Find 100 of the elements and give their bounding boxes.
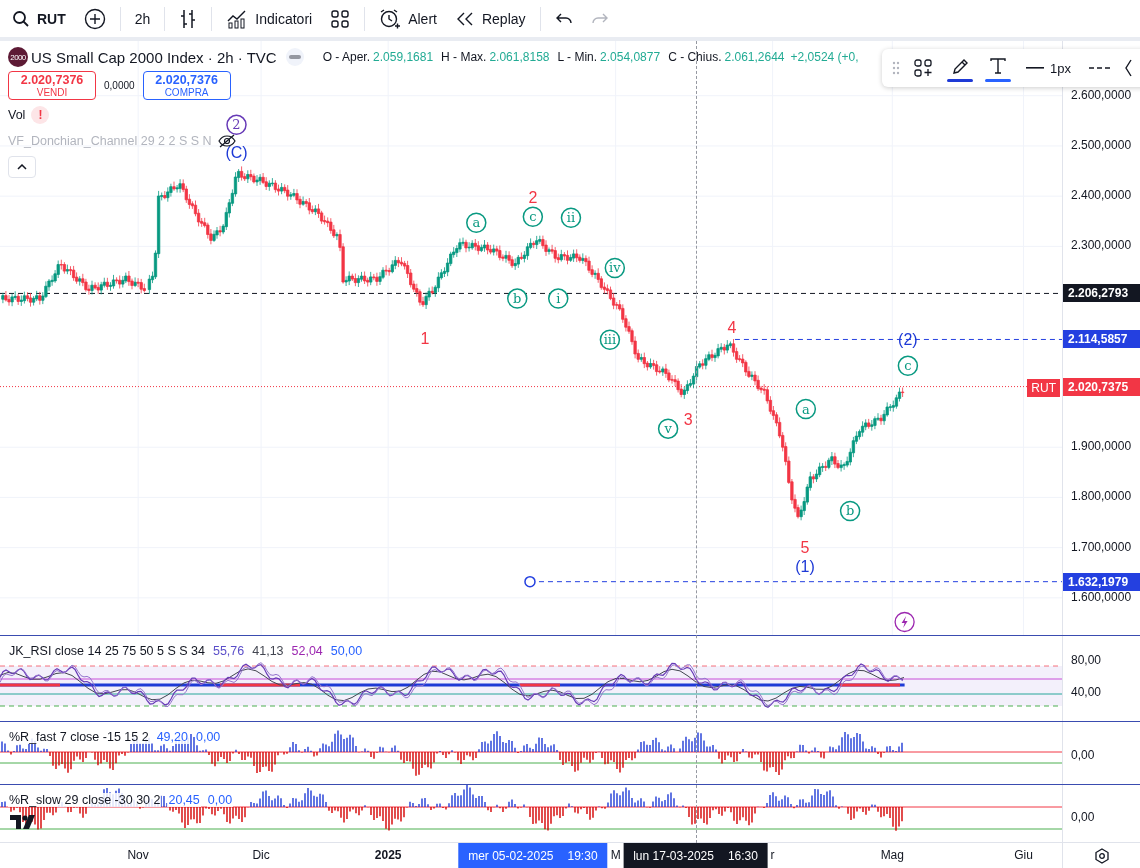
wave-label: (1) [795, 557, 815, 575]
symbol-title[interactable]: US Small Cap 2000 Index · 2h · TVC [31, 48, 277, 66]
wave-label: 5 [800, 538, 810, 556]
wave-label: c [522, 206, 544, 227]
indicators-button[interactable]: Indicatori [218, 2, 321, 35]
axis-label: M [610, 848, 621, 862]
wave-label: b [839, 500, 861, 522]
indicator-value: 20,45 [167, 793, 201, 807]
wave-label: a [795, 398, 817, 420]
price-label: 2.020,7375 [1063, 377, 1140, 396]
ohlc-value: 2.059,1681 [373, 50, 434, 64]
tooltip-time: 19:30 [567, 848, 598, 863]
grid-icon [330, 8, 351, 29]
drag-handle-icon[interactable] [892, 61, 900, 75]
indicator-value: 0,00 [194, 730, 222, 744]
axis-label: 1.800,0000 [1071, 489, 1132, 504]
collapse-button[interactable] [8, 155, 36, 178]
indicator-name[interactable]: %R_fast 7 close -15 15 2 [8, 730, 150, 744]
price-label: 1.632,1979 [1063, 572, 1140, 591]
wave-label: 1 [420, 329, 430, 347]
interval-button[interactable]: 2h [126, 2, 159, 35]
indicator-value: 55,76 [211, 644, 246, 658]
search-button[interactable]: RUT [4, 2, 74, 35]
chevron-up-icon [17, 163, 27, 170]
ohlc-value: 2.054,0877 [600, 50, 661, 64]
axis-label: r [770, 848, 775, 862]
alarm-clock-icon [379, 7, 402, 30]
plus-circle-icon [83, 7, 106, 30]
axis-label: 2.600,0000 [1071, 87, 1132, 102]
wave-label: iii [599, 329, 621, 350]
tooltip-date: lun 17-03-2025 [633, 848, 714, 863]
wave-label: c [897, 355, 919, 377]
axis-label: Nov [127, 848, 149, 862]
wave-label: (C) [225, 143, 248, 161]
symbol-tag: RUT [1027, 378, 1060, 397]
ohlc-label: O - Aper. [322, 50, 371, 64]
wave-label: ii [560, 207, 582, 228]
redo-icon [590, 11, 609, 26]
indicator-tick: 0,00 [1071, 810, 1095, 824]
indicator-tick: 0,00 [1071, 748, 1095, 762]
wave-label: 2 [528, 188, 538, 206]
price-level-line[interactable] [734, 338, 1062, 340]
indicator-value: 41,13 [251, 644, 285, 658]
lightning-icon[interactable] [894, 611, 915, 633]
wave-label: 2 [226, 114, 247, 136]
axis-label: 2025 [374, 848, 402, 862]
line-icon [1026, 66, 1044, 70]
axis-label: Mag [880, 848, 904, 862]
pencil-icon [950, 57, 970, 75]
symbol-logo: 2000 [8, 47, 28, 67]
candle-bars-icon [179, 7, 198, 30]
ohlc-label: C - Chius. [668, 50, 722, 64]
line-handle[interactable] [524, 575, 536, 588]
axis-label: 2.500,0000 [1071, 137, 1132, 152]
wave-label: 3 [683, 410, 693, 428]
wave-label: iv [604, 257, 626, 279]
chevron-icon[interactable] [1124, 59, 1132, 77]
tooltip-date: mer 05-02-2025 [468, 848, 554, 863]
replay-button[interactable]: Replay [446, 2, 534, 35]
wave-label: 4 [727, 318, 737, 336]
wave-label: i [548, 288, 569, 309]
axis-label: Dic [252, 848, 270, 862]
indicator-tick: 80,00 [1071, 653, 1102, 667]
ohlc-value: 2.061,2644 [724, 50, 785, 64]
settings-icon[interactable] [1093, 847, 1110, 864]
wave-label: b [507, 288, 528, 309]
wave-label: v [657, 418, 679, 439]
price-label: 2.206,2793 [1063, 284, 1140, 303]
dashed-line-icon [1088, 66, 1111, 70]
wave-label: (2) [898, 330, 918, 348]
indicator-value: 0,00 [206, 793, 234, 807]
price-label: 2.114,5857 [1063, 330, 1140, 349]
indicator-name[interactable]: JK_RSI close 14 25 75 50 5 S S 34 [8, 644, 206, 658]
spread-value: 0,0000 [104, 79, 135, 91]
collapse-icon[interactable] [285, 48, 304, 66]
search-icon [12, 9, 30, 28]
study-name[interactable]: Vol [8, 107, 26, 122]
axis-label: Giu [1014, 848, 1033, 862]
text-icon [988, 57, 1008, 75]
indicator-tick: 40,00 [1071, 685, 1102, 699]
indicator-name[interactable]: %R_slow 29 close -30 30 2 [8, 793, 162, 807]
ohlc-label: L - Min. [557, 50, 598, 64]
ohlc-label: H - Max. [441, 50, 487, 64]
axis-label: 1.700,0000 [1071, 539, 1132, 554]
line-width-button[interactable]: 1px [1022, 56, 1075, 80]
ohlc-value: 2.061,8158 [489, 50, 550, 64]
indicator-value: 50,00 [329, 644, 364, 658]
price-change: +2,0524 (+0, [790, 50, 859, 64]
axis-label: 2.300,0000 [1071, 238, 1132, 253]
indicator-value: 52,04 [290, 644, 324, 658]
wave-label: a [466, 212, 487, 233]
sell-button[interactable]: 2.020,7376 VENDI [8, 71, 96, 100]
axis-label: 1.600,0000 [1071, 589, 1132, 604]
axis-label: 2.400,0000 [1071, 188, 1132, 203]
tooltip-time: 16:30 [727, 848, 758, 863]
eye-off-icon[interactable] [217, 133, 236, 148]
buy-button[interactable]: 2.020,7376 COMPRA [142, 71, 231, 100]
undo-icon [554, 11, 573, 26]
alert-button[interactable]: Alert [371, 2, 445, 35]
axis-label: 1.900,0000 [1071, 439, 1132, 454]
